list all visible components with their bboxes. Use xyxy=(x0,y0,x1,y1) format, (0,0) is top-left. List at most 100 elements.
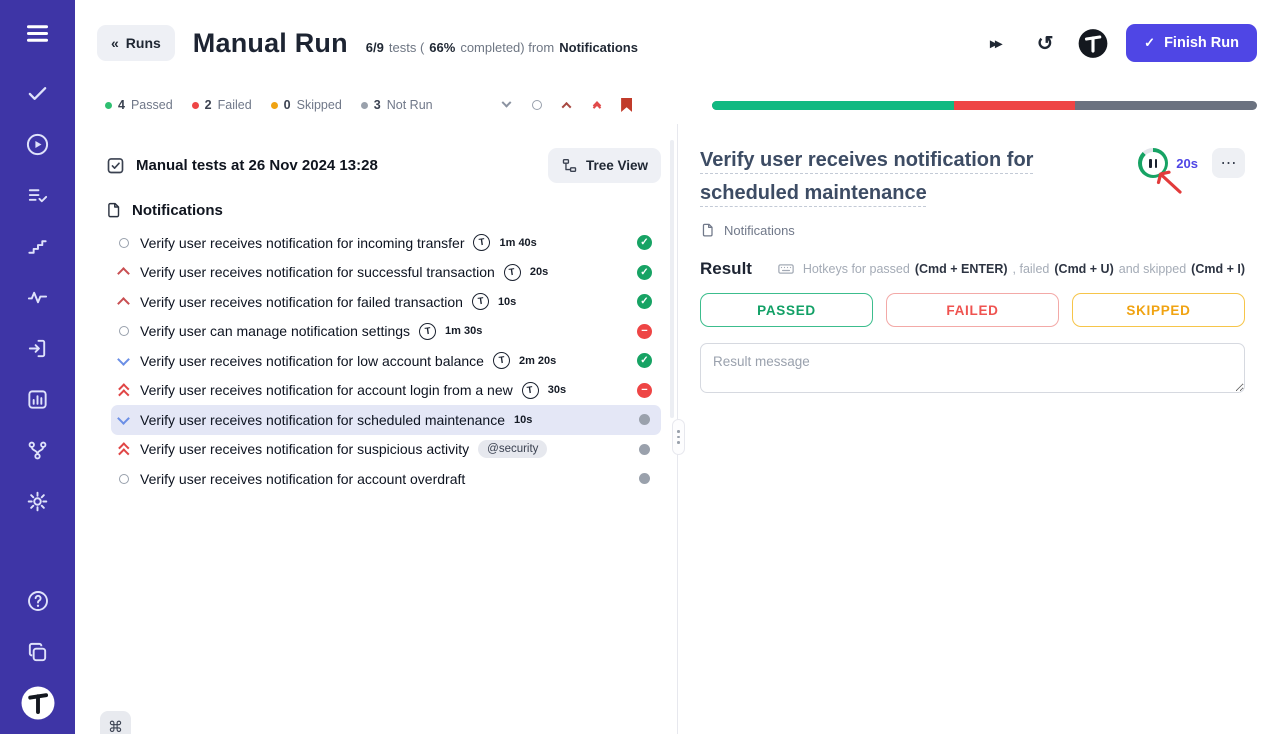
run-report-icon xyxy=(105,155,126,176)
command-shortcut-button[interactable]: ⌘ xyxy=(100,711,131,734)
test-row[interactable]: Verify user receives notification for su… xyxy=(111,435,661,465)
result-message-input[interactable] xyxy=(700,343,1245,393)
copy-icon[interactable] xyxy=(15,635,61,669)
test-row[interactable]: Verify user receives notification for sc… xyxy=(111,405,661,435)
normal-priority-filter-icon[interactable] xyxy=(530,98,544,112)
pause-icon xyxy=(1142,152,1165,175)
tree-view-button[interactable]: Tree View xyxy=(548,148,661,183)
result-action-button[interactable]: SKIPPED xyxy=(1072,293,1245,327)
panel-splitter-handle[interactable] xyxy=(672,419,685,455)
back-to-runs-button[interactable]: « Runs xyxy=(97,25,175,61)
status-dot xyxy=(192,102,199,109)
suite-group-header[interactable]: Notifications xyxy=(105,201,661,219)
test-title: Verify user receives notification for ac… xyxy=(140,382,513,398)
rerun-timer-icon[interactable]: ↺ xyxy=(1030,28,1060,58)
bar-chart-icon[interactable] xyxy=(15,382,61,416)
test-list: Verify user receives notification for in… xyxy=(105,228,661,494)
hotkey-skipped: (Cmd + I) xyxy=(1191,262,1245,276)
hotkeys-text: Hotkeys for passed xyxy=(803,262,910,276)
test-row[interactable]: Verify user receives notification for in… xyxy=(111,228,661,258)
chevron-up-icon[interactable] xyxy=(560,98,574,112)
priority-icon xyxy=(116,264,131,280)
pulse-icon[interactable] xyxy=(15,280,61,314)
top-header: « Runs Manual Run 6/9 tests ( 66% comple… xyxy=(75,0,1280,86)
hotkey-failed: (Cmd + U) xyxy=(1054,262,1113,276)
test-title: Verify user receives notification for ac… xyxy=(140,471,465,487)
chevron-down-icon[interactable] xyxy=(500,98,514,112)
summary-text: tests ( xyxy=(389,40,424,55)
import-icon[interactable] xyxy=(15,331,61,365)
test-status-icon xyxy=(637,235,652,250)
result-section-label: Result xyxy=(700,259,752,279)
automated-test-icon: T xyxy=(493,352,510,369)
scrollbar-thumb[interactable] xyxy=(670,140,674,418)
hotkeys-text: and skipped xyxy=(1119,262,1186,276)
breadcrumb[interactable]: Notifications xyxy=(700,222,1245,238)
test-row[interactable]: Verify user receives notification for lo… xyxy=(111,346,661,376)
test-duration: 30s xyxy=(548,384,566,396)
status-dot xyxy=(361,102,368,109)
result-actions: PASSED FAILED SKIPPED xyxy=(700,293,1245,327)
status-count-label: Passed xyxy=(131,98,173,112)
testomat-logo-button[interactable] xyxy=(1078,28,1108,58)
more-options-button[interactable]: ⋯ xyxy=(1212,148,1245,178)
automated-test-icon: T xyxy=(522,382,539,399)
sidebar xyxy=(0,0,75,734)
test-duration: 1m 40s xyxy=(499,237,536,249)
result-action-button[interactable]: PASSED xyxy=(700,293,873,327)
status-count-item: 0 Skipped xyxy=(271,98,342,112)
status-dot xyxy=(105,102,112,109)
git-branch-icon[interactable] xyxy=(15,433,61,467)
status-count-value: 2 xyxy=(205,98,212,112)
check-icon[interactable] xyxy=(15,76,61,110)
test-row[interactable]: Verify user receives notification for fa… xyxy=(111,287,661,317)
tree-icon xyxy=(561,157,578,174)
status-count-item: 2 Failed xyxy=(192,98,252,112)
test-status-icon xyxy=(637,294,652,309)
test-status-icon xyxy=(637,383,652,398)
test-duration: 1m 30s xyxy=(445,325,482,337)
suite-group-title: Notifications xyxy=(132,202,223,219)
pause-timer-button[interactable] xyxy=(1138,148,1168,178)
test-row[interactable]: Verify user receives notification for ac… xyxy=(111,464,661,494)
test-status-icon xyxy=(639,414,650,425)
back-label: Runs xyxy=(126,35,161,51)
fast-forward-icon[interactable]: ▸▸ xyxy=(982,28,1012,58)
run-progress-bar xyxy=(712,101,1257,110)
automated-test-icon: T xyxy=(504,264,521,281)
gear-icon[interactable] xyxy=(15,484,61,518)
status-count-label: Not Run xyxy=(387,98,433,112)
test-row[interactable]: Verify user can manage notification sett… xyxy=(111,317,661,347)
test-detail-panel: Verify user receives notification for sc… xyxy=(678,124,1280,734)
priority-icon xyxy=(116,323,131,339)
summary-percent: 66% xyxy=(429,40,455,55)
test-row[interactable]: Verify user receives notification for ac… xyxy=(111,376,661,406)
test-detail-title: Verify user receives notification for sc… xyxy=(700,144,1072,209)
status-count-label: Skipped xyxy=(297,98,342,112)
test-list-icon[interactable] xyxy=(15,178,61,212)
help-icon[interactable] xyxy=(15,584,61,618)
play-circle-icon[interactable] xyxy=(15,127,61,161)
result-action-button[interactable]: FAILED xyxy=(886,293,1059,327)
bookmark-icon[interactable] xyxy=(620,98,634,112)
summary-source: Notifications xyxy=(559,40,638,55)
finish-run-button[interactable]: ✓ Finish Run xyxy=(1126,24,1257,62)
status-count-label: Failed xyxy=(218,98,252,112)
menu-icon[interactable] xyxy=(15,16,61,50)
priority-icon xyxy=(116,412,131,428)
steps-icon[interactable] xyxy=(15,229,61,263)
keyboard-icon xyxy=(777,260,795,278)
double-chevron-up-icon[interactable] xyxy=(590,98,604,112)
hotkey-passed: (Cmd + ENTER) xyxy=(915,262,1008,276)
test-title: Verify user receives notification for su… xyxy=(140,441,469,457)
test-title: Verify user receives notification for lo… xyxy=(140,353,484,369)
test-row[interactable]: Verify user receives notification for su… xyxy=(111,258,661,288)
test-title: Verify user receives notification for sc… xyxy=(140,412,505,428)
check-icon: ✓ xyxy=(1144,35,1155,51)
tree-view-label: Tree View xyxy=(586,158,648,173)
timer-value: 20s xyxy=(1176,156,1198,171)
status-count-value: 0 xyxy=(284,98,291,112)
test-status-icon xyxy=(639,444,650,455)
run-name: Manual tests at 26 Nov 2024 13:28 xyxy=(136,157,538,174)
finish-run-label: Finish Run xyxy=(1164,35,1239,51)
